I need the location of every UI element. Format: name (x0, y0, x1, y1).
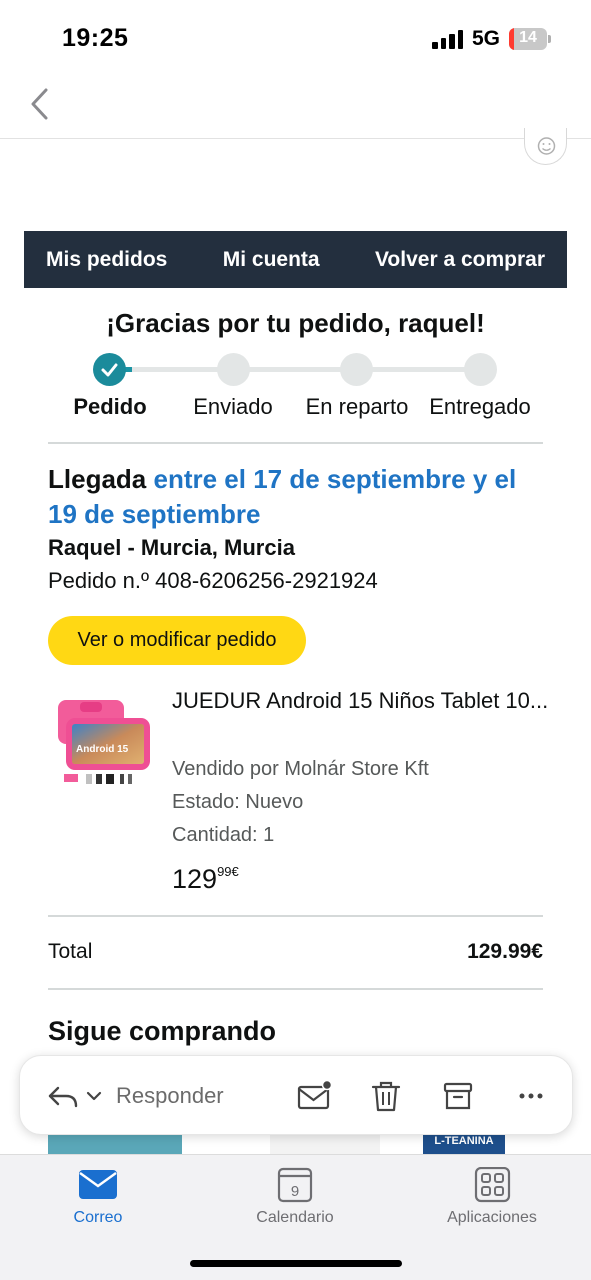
nav-my-account-link[interactable]: Mi cuenta (223, 248, 320, 272)
total-label: Total (48, 940, 93, 963)
total-value: 129.99€ (467, 940, 543, 963)
product-condition: Estado: Nuevo (172, 791, 304, 813)
step-dot-out-for-delivery (340, 353, 373, 386)
arrival-label: Llegada (48, 464, 147, 494)
chevron-down-icon (86, 1091, 102, 1101)
view-modify-order-button[interactable]: Ver o modificar pedido (48, 616, 306, 665)
archive-icon (443, 1082, 473, 1110)
calendar-icon: 9 (277, 1167, 313, 1203)
tab-calendar-label: Calendario (256, 1209, 334, 1226)
delete-button[interactable] (366, 1076, 406, 1116)
arrival-info: Llegada entre el 17 de septiembre y el 1… (48, 462, 548, 532)
chevron-left-icon (31, 88, 48, 120)
divider (48, 915, 543, 917)
tab-apps[interactable]: Aplicaciones (407, 1155, 577, 1245)
mail-icon (79, 1170, 117, 1199)
checkmark-icon (101, 363, 118, 377)
recommendation-card-text: L-TEANINA (434, 1135, 494, 1147)
step-label-delivered: Entregado (429, 394, 531, 419)
apps-grid-icon (474, 1167, 511, 1203)
product-title-link[interactable]: JUEDUR Android 15 Niños Tablet 10... (172, 684, 552, 717)
thank-you-heading: ¡Gracias por tu pedido, raquel! (106, 308, 485, 338)
network-type: 5G (472, 27, 501, 50)
mark-unread-button[interactable] (294, 1076, 334, 1116)
tab-calendar[interactable]: 9 Calendario (210, 1155, 380, 1245)
home-indicator[interactable] (190, 1260, 402, 1267)
step-dot-shipped (217, 353, 250, 386)
step-dot-delivered (464, 353, 497, 386)
more-options-button[interactable] (512, 1076, 552, 1116)
product-quantity: Cantidad: 1 (172, 824, 275, 846)
reply-button[interactable] (44, 1076, 84, 1116)
divider (48, 442, 543, 444)
reply-icon (48, 1086, 78, 1108)
battery-tip (548, 35, 551, 43)
status-time: 19:25 (62, 24, 129, 52)
mail-unread-icon (297, 1079, 333, 1110)
smiley-icon (537, 137, 556, 155)
price-whole: 129 (172, 864, 218, 894)
battery-level: 14 (519, 29, 537, 46)
nav-buy-again-link[interactable]: Volver a comprar (375, 248, 545, 272)
order-nav-bar: Mis pedidos Mi cuenta Volver a comprar (24, 231, 567, 288)
reply-label[interactable]: Responder (116, 1083, 224, 1109)
more-icon (519, 1093, 543, 1099)
keep-shopping-heading: Sigue comprando (48, 1016, 277, 1046)
tab-apps-label: Aplicaciones (447, 1209, 537, 1226)
divider (48, 988, 543, 990)
tab-mail[interactable]: Correo (13, 1155, 183, 1245)
header-divider (0, 138, 591, 139)
tab-mail-label: Correo (73, 1209, 123, 1226)
progress-track (110, 367, 480, 372)
step-dot-ordered (93, 353, 126, 386)
archive-button[interactable] (438, 1076, 478, 1116)
back-button[interactable] (24, 84, 64, 124)
product-image[interactable]: Android 15 (50, 694, 154, 792)
product-image-text: Android 15 (76, 744, 129, 755)
reaction-button[interactable] (524, 128, 567, 165)
price-fraction: 99€ (217, 864, 239, 879)
trash-icon (371, 1081, 401, 1112)
reply-toolbar: Responder (19, 1055, 573, 1135)
delivery-address: Raquel - Murcia, Murcia (48, 535, 295, 560)
product-price: 12999€ (172, 864, 239, 895)
nav-my-orders-link[interactable]: Mis pedidos (46, 248, 167, 272)
status-bar: 19:25 5G 14 (0, 0, 591, 80)
calendar-day: 9 (291, 1183, 299, 1200)
battery-icon: 14 (509, 28, 547, 50)
product-seller: Vendido por Molnár Store Kft (172, 758, 429, 780)
signal-icon (432, 29, 464, 49)
order-number: Pedido n.º 408-6206256-2921924 (48, 568, 378, 593)
reply-options-dropdown[interactable] (82, 1076, 106, 1116)
tablet-product-thumbnail: Android 15 (58, 700, 150, 784)
